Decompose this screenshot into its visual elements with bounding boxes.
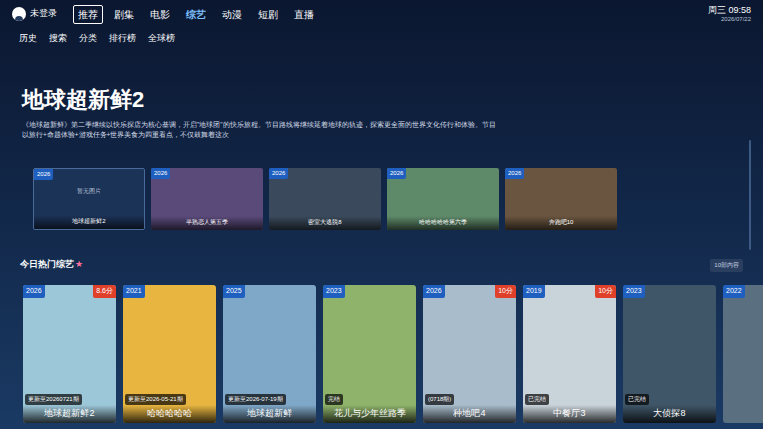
user-login[interactable]: 未登录 bbox=[12, 7, 57, 21]
hero-title: 地球超新鲜2 bbox=[22, 86, 741, 114]
clock: 周三 09:582026/07/22 bbox=[708, 5, 751, 24]
show-card[interactable]: 2026 10分 (0718期)种地吧4 bbox=[423, 285, 516, 423]
scrollbar[interactable] bbox=[749, 140, 751, 250]
nav-tab[interactable]: 动漫 bbox=[217, 5, 247, 24]
show-card[interactable]: 2021 更新至2026-05-21期哈哈哈哈哈 bbox=[123, 285, 216, 423]
year-badge: 2026 bbox=[151, 168, 170, 179]
featured-card[interactable]: 2026 半熟恋人第五季 bbox=[151, 168, 263, 230]
featured-card[interactable]: 2026 密室大逃脱8 bbox=[269, 168, 381, 230]
hero-description: 《地球超新鲜》第二季继续以快乐探店为核心基调，开启"地球团"的快乐旅程。节目路线… bbox=[22, 120, 502, 140]
status-badge: (0718期) bbox=[425, 394, 454, 405]
year-badge: 2026 bbox=[269, 168, 288, 179]
status-badge: 更新至20260721期 bbox=[25, 394, 82, 405]
avatar-icon bbox=[12, 7, 26, 21]
section-title: 今日热门综艺 bbox=[20, 258, 74, 272]
app-screen: 未登录 推荐剧集电影综艺动漫短剧直播 周三 09:582026/07/22 历史搜索分… bbox=[0, 0, 763, 429]
card-title: 种地吧4 bbox=[423, 405, 516, 424]
show-card[interactable]: 2023 完结花儿与少年丝路季 bbox=[323, 285, 416, 423]
year-badge: 2021 bbox=[123, 285, 145, 298]
year-badge: 2022 bbox=[723, 285, 745, 298]
status-badge: 更新至2026-07-19期 bbox=[225, 394, 286, 405]
sub-nav-item[interactable]: 历史 bbox=[19, 32, 37, 46]
nav-tab[interactable]: 综艺 bbox=[181, 5, 211, 24]
score-badge: 10分 bbox=[495, 285, 516, 298]
show-card[interactable]: 2023 已完结大侦探8 bbox=[623, 285, 716, 423]
featured-caption: 奔跑吧10 bbox=[505, 216, 617, 230]
featured-card[interactable]: 2026 哈哈哈哈哈第六季 bbox=[387, 168, 499, 230]
sub-nav-item[interactable]: 排行榜 bbox=[109, 32, 136, 46]
count-badge: 10部内容 bbox=[710, 259, 743, 272]
sub-nav-item[interactable]: 搜索 bbox=[49, 32, 67, 46]
nav-tab[interactable]: 直播 bbox=[289, 5, 319, 24]
featured-caption: 哈哈哈哈哈第六季 bbox=[387, 216, 499, 230]
nav-tab[interactable]: 电影 bbox=[145, 5, 175, 24]
show-card[interactable]: 2022 bbox=[723, 285, 763, 423]
card-title: 哈哈哈哈哈 bbox=[123, 405, 216, 424]
show-card[interactable]: 2019 10分已完结中餐厅3 bbox=[523, 285, 616, 423]
section-header: 今日热门综艺★ 10部内容 bbox=[0, 258, 763, 272]
featured-card[interactable]: 2026 暂无图片地球超新鲜2 bbox=[33, 168, 145, 230]
sub-nav: 历史搜索分类排行榜全球榜 bbox=[0, 28, 763, 50]
nav-tab[interactable]: 短剧 bbox=[253, 5, 283, 24]
show-card[interactable]: 2025 更新至2026-07-19期地球超新鲜 bbox=[223, 285, 316, 423]
card-title: 花儿与少年丝路季 bbox=[323, 405, 416, 424]
score-badge: 10分 bbox=[595, 285, 616, 298]
card-title: 大侦探8 bbox=[623, 405, 716, 424]
featured-caption: 地球超新鲜2 bbox=[34, 215, 144, 229]
year-badge: 2026 bbox=[387, 168, 406, 179]
year-badge: 2023 bbox=[623, 285, 645, 298]
sub-nav-item[interactable]: 分类 bbox=[79, 32, 97, 46]
year-badge: 2023 bbox=[323, 285, 345, 298]
featured-card[interactable]: 2026 奔跑吧10 bbox=[505, 168, 617, 230]
no-image-label: 暂无图片 bbox=[34, 187, 144, 196]
card-title: 地球超新鲜 bbox=[223, 405, 316, 424]
show-card[interactable]: 2026 8.6分更新至20260721期地球超新鲜2 bbox=[23, 285, 116, 423]
nav-tabs: 推荐剧集电影综艺动漫短剧直播 bbox=[73, 5, 319, 24]
status-badge: 更新至2026-05-21期 bbox=[125, 394, 186, 405]
year-badge: 2026 bbox=[505, 168, 524, 179]
featured-caption: 密室大逃脱8 bbox=[269, 216, 381, 230]
status-badge: 已完结 bbox=[625, 394, 649, 405]
year-badge: 2026 bbox=[23, 285, 45, 298]
nav-tab[interactable]: 剧集 bbox=[109, 5, 139, 24]
score-badge: 8.6分 bbox=[93, 285, 116, 298]
year-badge: 2019 bbox=[523, 285, 545, 298]
status-badge: 完结 bbox=[325, 394, 343, 405]
top-bar: 未登录 推荐剧集电影综艺动漫短剧直播 周三 09:582026/07/22 bbox=[0, 0, 763, 28]
star-icon: ★ bbox=[75, 258, 83, 272]
sub-nav-item[interactable]: 全球榜 bbox=[148, 32, 175, 46]
featured-row: 2026 暂无图片地球超新鲜2 2026 半熟恋人第五季 2026 密室大逃脱8 2026 哈… bbox=[0, 168, 763, 230]
hero: 地球超新鲜2 《地球超新鲜》第二季继续以快乐探店为核心基调，开启"地球团"的快乐旅… bbox=[0, 86, 763, 140]
year-badge: 2025 bbox=[223, 285, 245, 298]
nav-tab[interactable]: 推荐 bbox=[73, 5, 103, 24]
year-badge: 2026 bbox=[34, 169, 53, 180]
featured-caption: 半熟恋人第五季 bbox=[151, 216, 263, 230]
card-title: 中餐厅3 bbox=[523, 405, 616, 424]
status-badge: 已完结 bbox=[525, 394, 549, 405]
card-title: 地球超新鲜2 bbox=[23, 405, 116, 424]
year-badge: 2026 bbox=[423, 285, 445, 298]
card-row: 2026 8.6分更新至20260721期地球超新鲜2 2021 更新至2026-05… bbox=[0, 285, 763, 423]
